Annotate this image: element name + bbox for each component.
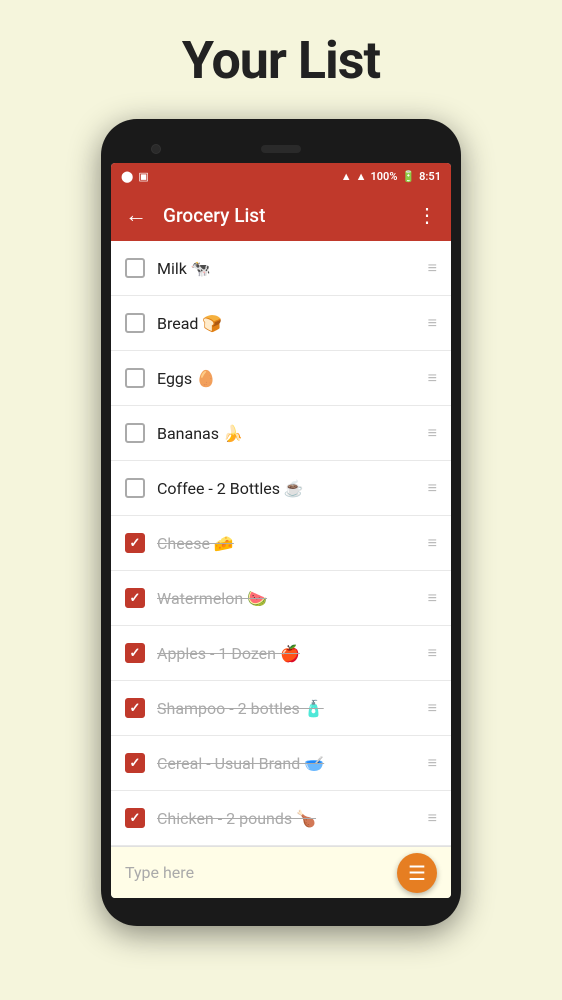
list-item-checkbox[interactable]: ✓	[125, 698, 145, 718]
time-text: 8:51	[419, 170, 441, 183]
type-here-placeholder[interactable]: Type here	[125, 863, 437, 882]
drag-handle-icon[interactable]: ≡	[428, 533, 437, 553]
grocery-list: Milk 🐄≡Bread 🍞≡Eggs 🥚≡Bananas 🍌≡Coffee -…	[111, 241, 451, 846]
list-item-label: Bread 🍞	[157, 314, 416, 333]
drag-handle-icon[interactable]: ≡	[428, 698, 437, 718]
list-item-checkbox[interactable]: ✓	[125, 643, 145, 663]
app-bar: ← Grocery List ⋮	[111, 189, 451, 241]
signal-icon: ▲	[356, 170, 367, 183]
list-item: Eggs 🥚 ≡	[111, 351, 451, 406]
checkmark-icon: ✓	[130, 756, 141, 771]
list-item: ✓ Cereal - Usual Brand 🥣 ≡	[111, 736, 451, 791]
checkmark-icon: ✓	[130, 701, 141, 716]
phone-top-bar	[111, 135, 451, 163]
list-item: ✓ Apples - 1 Dozen 🍎 ≡	[111, 626, 451, 681]
list-item-label: Milk 🐄	[157, 259, 416, 278]
list-item: Milk 🐄 ≡	[111, 241, 451, 296]
camera	[151, 144, 161, 154]
checkmark-icon: ✓	[130, 591, 141, 606]
list-item-checkbox[interactable]	[125, 368, 145, 388]
status-right: ▲ ▲ 100% 🔋 8:51	[341, 170, 441, 183]
app-bar-title: Grocery List	[163, 204, 401, 227]
record-icon: ⬤	[121, 170, 133, 183]
sim-icon: ▣	[138, 170, 148, 183]
status-bar: ⬤ ▣ ▲ ▲ 100% 🔋 8:51	[111, 163, 451, 189]
list-item-checkbox[interactable]	[125, 423, 145, 443]
back-button[interactable]: ←	[125, 202, 147, 228]
list-item: Bananas 🍌 ≡	[111, 406, 451, 461]
fab-icon: ☰	[408, 861, 426, 885]
list-item: Bread 🍞 ≡	[111, 296, 451, 351]
list-item-checkbox[interactable]	[125, 313, 145, 333]
checkmark-icon: ✓	[130, 811, 141, 826]
list-item-checkbox[interactable]: ✓	[125, 533, 145, 553]
list-item-label: Shampoo - 2 bottles 🧴	[157, 699, 416, 718]
list-item-label: Eggs 🥚	[157, 369, 416, 388]
fab-button[interactable]: ☰	[397, 853, 437, 893]
phone-bottom	[111, 898, 451, 908]
menu-button[interactable]: ⋮	[417, 203, 437, 227]
list-item-label: Chicken - 2 pounds 🍗	[157, 809, 416, 828]
phone-device: ⬤ ▣ ▲ ▲ 100% 🔋 8:51 ← Grocery List ⋮ Mil…	[101, 119, 461, 926]
status-left: ⬤ ▣	[121, 170, 149, 183]
bottom-bar: Type here ☰	[111, 846, 451, 898]
list-item-label: Bananas 🍌	[157, 424, 416, 443]
battery-text: 100%	[370, 170, 397, 183]
drag-handle-icon[interactable]: ≡	[428, 423, 437, 443]
speaker	[261, 145, 301, 153]
drag-handle-icon[interactable]: ≡	[428, 258, 437, 278]
list-item: Coffee - 2 Bottles ☕ ≡	[111, 461, 451, 516]
checkmark-icon: ✓	[130, 646, 141, 661]
list-item-checkbox[interactable]: ✓	[125, 808, 145, 828]
phone-screen: ⬤ ▣ ▲ ▲ 100% 🔋 8:51 ← Grocery List ⋮ Mil…	[111, 163, 451, 898]
list-item-checkbox[interactable]	[125, 258, 145, 278]
wifi-icon: ▲	[341, 170, 352, 183]
drag-handle-icon[interactable]: ≡	[428, 588, 437, 608]
page-title: Your List	[182, 30, 380, 91]
checkmark-icon: ✓	[130, 536, 141, 551]
drag-handle-icon[interactable]: ≡	[428, 313, 437, 333]
list-item-label: Watermelon 🍉	[157, 589, 416, 608]
list-item: ✓ Cheese 🧀 ≡	[111, 516, 451, 571]
list-item-checkbox[interactable]: ✓	[125, 753, 145, 773]
drag-handle-icon[interactable]: ≡	[428, 643, 437, 663]
list-item: ✓ Shampoo - 2 bottles 🧴 ≡	[111, 681, 451, 736]
list-item-label: Coffee - 2 Bottles ☕	[157, 479, 416, 498]
list-item: ✓ Chicken - 2 pounds 🍗 ≡	[111, 791, 451, 846]
list-item-label: Cheese 🧀	[157, 534, 416, 553]
drag-handle-icon[interactable]: ≡	[428, 478, 437, 498]
drag-handle-icon[interactable]: ≡	[428, 753, 437, 773]
list-item-label: Cereal - Usual Brand 🥣	[157, 754, 416, 773]
drag-handle-icon[interactable]: ≡	[428, 368, 437, 388]
battery-icon: 🔋	[401, 170, 415, 183]
list-item-checkbox[interactable]: ✓	[125, 588, 145, 608]
list-item: ✓ Watermelon 🍉 ≡	[111, 571, 451, 626]
list-item-checkbox[interactable]	[125, 478, 145, 498]
list-item-label: Apples - 1 Dozen 🍎	[157, 644, 416, 663]
drag-handle-icon[interactable]: ≡	[428, 808, 437, 828]
